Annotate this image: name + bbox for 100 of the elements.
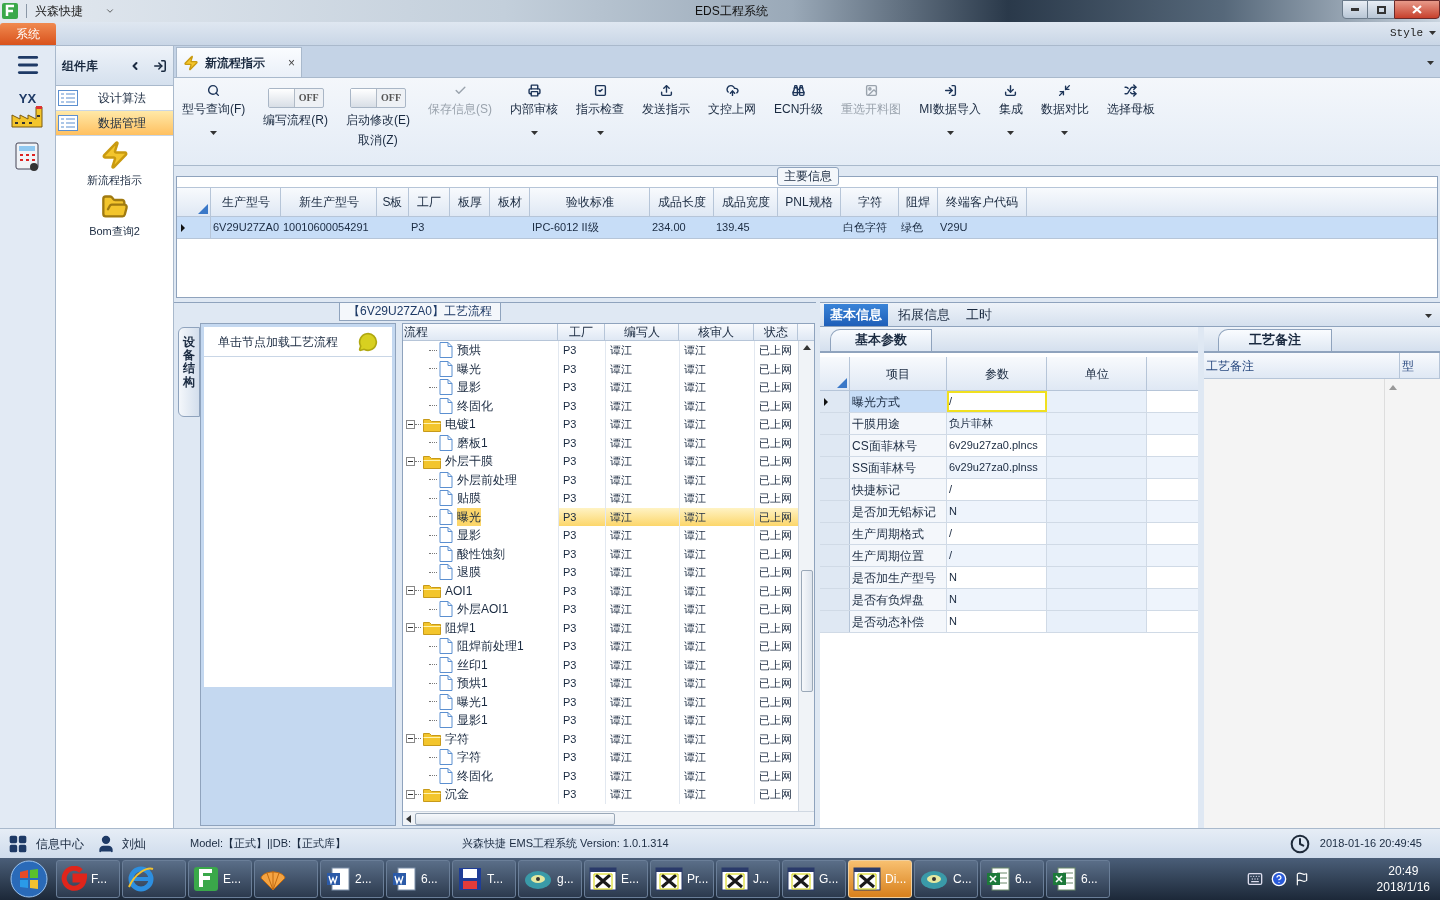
info-center-link[interactable]: 信息中心 (36, 834, 84, 853)
toggle-button[interactable]: OFF 编写流程(R) (259, 78, 332, 165)
tree-row[interactable]: 电镀1 P3 谭江 谭江 已上网 (403, 415, 798, 434)
param-row[interactable]: 生产周期位置 / (820, 545, 1198, 567)
toolbar-button[interactable]: ECN升级 (770, 78, 828, 165)
toggle-switch[interactable]: OFF (267, 88, 324, 108)
calculator-icon[interactable] (13, 142, 42, 172)
param-row[interactable]: 干膜用途 负片菲林 (820, 413, 1198, 435)
tree-row[interactable]: 预烘 P3 谭江 谭江 已上网 (403, 341, 798, 360)
column-header[interactable]: 验收标准 (530, 188, 650, 216)
column-header[interactable]: 单位 (1047, 357, 1147, 390)
tree-row[interactable]: 终固化 P3 谭江 谭江 已上网 (403, 396, 798, 415)
tree-row[interactable]: 字符 P3 谭江 谭江 已上网 (403, 748, 798, 767)
table-row[interactable]: 6V29U27ZA0 10010600054291 P3 IPC-6012 II级 234.00 139.45 白色字符 绿色 V29U (177, 217, 1437, 239)
column-header[interactable]: 工艺备注 (1204, 353, 1400, 378)
tree-row[interactable]: 曝光 P3 谭江 谭江 已上网 (403, 507, 798, 526)
toggle-button[interactable]: OFF 启动修改(E) 取消(Z) (342, 78, 414, 165)
param-row[interactable]: 是否加无铅标记 N (820, 501, 1198, 523)
param-row[interactable]: CS面菲林号 6v29u27za0.plncs (820, 435, 1198, 457)
tree-row[interactable]: 显影 P3 谭江 谭江 已上网 (403, 526, 798, 545)
taskbar-button[interactable]: Pr... (650, 860, 714, 898)
tool-item[interactable]: 新流程指示 (56, 140, 173, 189)
column-header[interactable]: 型 (1400, 353, 1440, 378)
toolbar-button[interactable]: 集成 (994, 78, 1027, 165)
caret-icon[interactable] (596, 131, 604, 135)
toolbar-button[interactable]: MI数据导入 (915, 78, 985, 165)
toolbar-button[interactable]: 选择母板 (1102, 78, 1159, 165)
param-row[interactable]: 快捷标记 / (820, 479, 1198, 501)
side-tab[interactable]: 设备结构 (178, 327, 200, 417)
tree-row[interactable]: 终固化 P3 谭江 谭江 已上网 (403, 766, 798, 785)
collapse-icon[interactable] (406, 789, 415, 799)
pane-tab[interactable]: 工艺备注 (1218, 329, 1332, 351)
tab[interactable]: 基本信息 (824, 304, 888, 326)
close-button[interactable] (1394, 0, 1440, 19)
column-header[interactable]: 状态 (754, 324, 798, 340)
param-row[interactable]: 是否加生产型号 N (820, 567, 1198, 589)
tree-row[interactable]: 阻焊前处理1 P3 谭江 谭江 已上网 (403, 637, 798, 656)
tree-row[interactable]: 曝光1 P3 谭江 谭江 已上网 (403, 692, 798, 711)
tree-row[interactable]: 贴膜 P3 谭江 谭江 已上网 (403, 489, 798, 508)
grid-icon[interactable] (8, 833, 28, 854)
taskbar-button[interactable]: E... (584, 860, 648, 898)
column-header[interactable]: 阻焊 (899, 188, 938, 216)
taskbar-button[interactable]: 6... (386, 860, 450, 898)
collapse-icon[interactable] (406, 419, 415, 429)
column-header[interactable]: 工厂 (409, 188, 450, 216)
tree-row[interactable]: 外层前处理 P3 谭江 谭江 已上网 (403, 470, 798, 489)
flag-icon[interactable] (1294, 872, 1309, 886)
toolbar-button[interactable]: 发送指示 (638, 78, 694, 165)
column-header[interactable]: 参数 (947, 357, 1047, 390)
pane-tab[interactable]: 基本参数 (830, 329, 932, 351)
vertical-scrollbar[interactable] (1384, 379, 1400, 828)
help-icon[interactable] (1270, 871, 1287, 887)
taskbar-button[interactable]: C... (914, 860, 978, 898)
toggle-switch[interactable]: OFF (350, 88, 406, 108)
toolbar-button[interactable]: 数据对比 (1036, 78, 1093, 165)
param-row[interactable]: 是否动态补偿 N (820, 611, 1198, 633)
taskbar-button[interactable] (122, 860, 186, 898)
tree-row[interactable]: 显影1 P3 谭江 谭江 已上网 (403, 711, 798, 730)
toolbar-button[interactable]: 内部审核 (506, 78, 562, 165)
scroll-thumb[interactable] (415, 812, 615, 825)
column-header[interactable]: 工厂 (558, 324, 605, 340)
corner-icon[interactable] (198, 204, 208, 214)
tree-row[interactable]: 显影 P3 谭江 谭江 已上网 (403, 378, 798, 397)
caret-icon[interactable] (210, 131, 218, 135)
taskbar-button[interactable]: F... (56, 860, 120, 898)
taskbar-button[interactable]: 2... (320, 860, 384, 898)
style-menu[interactable]: Style (1390, 24, 1436, 41)
tree-row[interactable]: 沉金 P3 谭江 谭江 已上网 (403, 785, 798, 804)
taskbar-button[interactable]: g... (518, 860, 582, 898)
column-header[interactable]: 板厚 (450, 188, 490, 216)
tab[interactable]: 工时 (960, 304, 998, 326)
param-row[interactable]: 曝光方式 / (820, 391, 1198, 413)
scroll-up-icon[interactable] (802, 345, 811, 350)
column-header[interactable]: 成品长度 (650, 188, 714, 216)
toolbar-button[interactable]: 指示检查 (572, 78, 628, 165)
param-row[interactable]: 生产周期格式 / (820, 523, 1198, 545)
vertical-scrollbar[interactable] (798, 341, 814, 811)
tree-row[interactable]: 磨板1 P3 谭江 谭江 已上网 (403, 433, 798, 452)
tree-row[interactable]: 预烘1 P3 谭江 谭江 已上网 (403, 674, 798, 693)
column-header[interactable]: 成品宽度 (714, 188, 778, 216)
column-header[interactable]: 流程 (403, 324, 558, 340)
taskbar-button[interactable]: E... (188, 860, 252, 898)
taskbar-button[interactable]: T... (452, 860, 516, 898)
caret-icon[interactable] (1061, 131, 1069, 135)
tree-row[interactable]: 酸性蚀刻 P3 谭江 谭江 已上网 (403, 544, 798, 563)
tree-row[interactable]: 丝印1 P3 谭江 谭江 已上网 (403, 655, 798, 674)
column-header[interactable]: 生产型号 (211, 188, 281, 216)
column-header[interactable]: 编写人 (605, 324, 679, 340)
column-header[interactable]: PNL规格 (778, 188, 841, 216)
param-row[interactable]: SS面菲林号 6v29u27za0.plnss (820, 457, 1198, 479)
caret-icon[interactable] (530, 131, 538, 135)
collapse-icon[interactable] (406, 734, 415, 744)
column-header[interactable]: 终端客户代码 (938, 188, 1027, 216)
collapse-icon[interactable] (406, 623, 415, 633)
minimize-button[interactable] (1342, 0, 1368, 19)
pin-icon[interactable] (153, 58, 167, 73)
tree-row[interactable]: 字符 P3 谭江 谭江 已上网 (403, 729, 798, 748)
quick-access-caret-icon[interactable] (105, 6, 115, 16)
scroll-left-icon[interactable] (406, 814, 411, 823)
column-header[interactable]: 项目 (850, 357, 947, 390)
